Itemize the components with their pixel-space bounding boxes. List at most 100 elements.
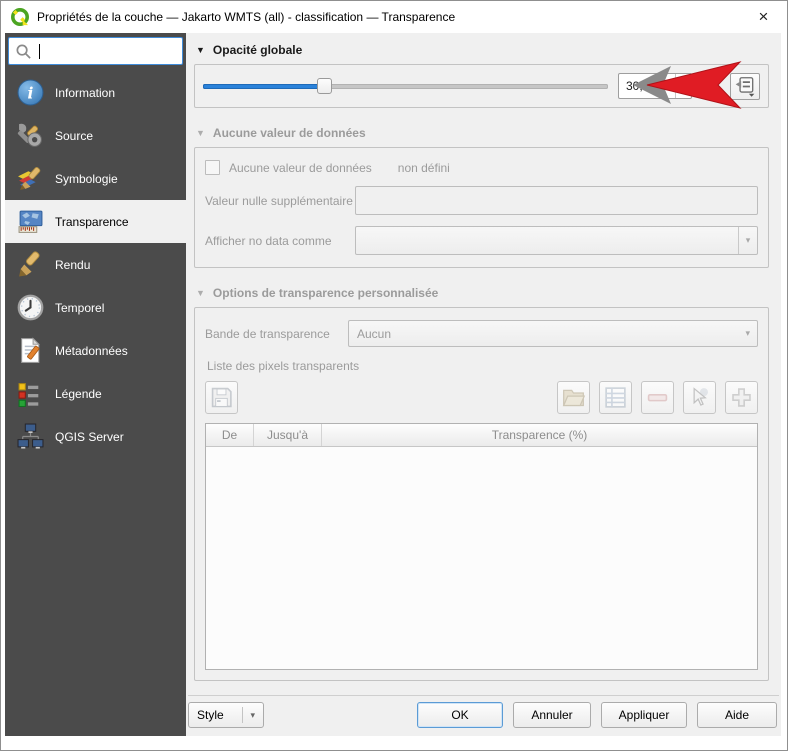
style-button-label: Style (197, 708, 224, 722)
table-header-jusqua[interactable]: Jusqu'à (254, 424, 322, 446)
save-pixel-list-button[interactable] (205, 381, 238, 414)
section-title: Opacité globale (212, 43, 303, 57)
section-header-global-opacity[interactable]: ▼ Opacité globale (196, 43, 769, 57)
table-header-de[interactable]: De (206, 424, 254, 446)
transparency-icon (16, 208, 44, 236)
apply-button[interactable]: Appliquer (601, 702, 687, 728)
cursor-pick-icon (693, 387, 708, 406)
table-icon (605, 387, 626, 408)
window-title: Propriétés de la couche — Jakarto WMTS (… (37, 10, 456, 24)
display-no-data-row: Afficher no data comme ▾ (205, 226, 758, 255)
title-bar: Propriétés de la couche — Jakarto WMTS (… (1, 1, 787, 33)
chevron-down-icon: ▾ (738, 227, 757, 254)
collapse-triangle-icon: ▼ (196, 127, 205, 138)
sidebar-item-label: Rendu (55, 257, 91, 272)
information-icon: i (16, 79, 44, 107)
sidebar-item-metadata[interactable]: Métadonnées (5, 329, 186, 372)
remove-row-button[interactable] (641, 381, 674, 414)
display-no-data-combo[interactable]: ▾ (355, 226, 758, 255)
pixel-list-toolbar (205, 381, 758, 414)
sidebar-item-transparency[interactable]: Transparence (5, 200, 186, 243)
close-button[interactable]: × (741, 2, 786, 32)
chevron-down-icon: ▾ (745, 328, 750, 338)
opacity-slider-handle[interactable] (316, 78, 332, 94)
section-title: Options de transparence personnalisée (212, 286, 439, 300)
sidebar-item-source[interactable]: Source (5, 114, 186, 157)
no-data-checkbox-row: Aucune valeur de données non défini (205, 160, 758, 175)
save-icon (211, 387, 232, 408)
qgis-server-icon (16, 423, 44, 451)
scroll-area: ▼ Opacité globale 30,0% ▲ ▼ ▼ Aucune val… (186, 33, 781, 695)
combo-value: Aucun (357, 326, 392, 341)
section-header-no-data[interactable]: ▼ Aucune valeur de données (196, 126, 769, 140)
sidebar-item-label: Métadonnées (55, 343, 128, 358)
render-icon (16, 251, 44, 279)
sidebar-item-legend[interactable]: Légende (5, 372, 186, 415)
sidebar-item-rendering[interactable]: Rendu (5, 243, 186, 286)
no-data-checkbox-label: Aucune valeur de données (229, 160, 372, 175)
temporal-icon (16, 294, 44, 322)
global-opacity-group: 30,0% ▲ ▼ (194, 64, 769, 108)
sidebar-item-label: QGIS Server (55, 429, 124, 444)
import-from-file-button[interactable] (557, 381, 590, 414)
minus-icon (647, 394, 668, 402)
opacity-spinbox[interactable]: 30,0% ▲ ▼ (618, 73, 692, 99)
data-defined-icon (735, 77, 755, 97)
legend-icon (16, 380, 44, 408)
transparent-pixels-table[interactable]: De Jusqu'à Transparence (%) (205, 423, 758, 670)
svg-text:i: i (27, 84, 33, 103)
table-header-row: De Jusqu'à Transparence (%) (206, 424, 757, 447)
layer-properties-dialog: Propriétés de la couche — Jakarto WMTS (… (0, 0, 788, 751)
pick-value-from-map-button[interactable] (683, 381, 716, 414)
sidebar: i Information Source Symbologie Transpar… (5, 33, 186, 736)
sidebar-item-symbology[interactable]: Symbologie (5, 157, 186, 200)
folder-icon (562, 389, 586, 407)
opacity-value: 30,0% (626, 79, 661, 93)
no-data-hint: non défini (397, 160, 450, 175)
export-to-table-button[interactable] (599, 381, 632, 414)
footer-button-bar: Style ▾ OK Annuler Appliquer Aide (186, 696, 781, 736)
display-no-data-label: Afficher no data comme (205, 233, 332, 248)
source-icon (16, 122, 44, 150)
opacity-slider[interactable] (203, 78, 608, 94)
spin-down-icon: ▼ (680, 86, 687, 92)
table-body-empty (206, 447, 757, 669)
transparency-band-combo[interactable]: Aucun ▾ (348, 320, 758, 347)
sidebar-item-label: Source (55, 128, 94, 143)
cancel-button[interactable]: Annuler (513, 702, 591, 728)
no-data-group: Aucune valeur de données non défini Vale… (194, 147, 769, 268)
symbology-icon (16, 165, 44, 193)
metadata-icon (16, 337, 44, 365)
add-row-button[interactable] (725, 381, 758, 414)
collapse-triangle-icon: ▼ (196, 287, 205, 298)
spinbox-arrows[interactable]: ▲ ▼ (675, 74, 691, 98)
transparency-band-row: Bande de transparence Aucun ▾ (205, 320, 758, 347)
chevron-down-icon: ▾ (242, 707, 255, 723)
dialog-body: i Information Source Symbologie Transpar… (1, 33, 787, 744)
transparency-band-label: Bande de transparence (205, 326, 330, 341)
style-menu-button[interactable]: Style ▾ (188, 702, 264, 728)
text-caret (39, 43, 40, 59)
additional-null-input[interactable] (355, 186, 758, 215)
section-title: Aucune valeur de données (212, 126, 366, 140)
section-header-custom-transparency[interactable]: ▼ Options de transparence personnalisée (196, 286, 769, 300)
content-panel: ▼ Opacité globale 30,0% ▲ ▼ ▼ Aucune val… (186, 33, 781, 736)
pixel-list-label: Liste des pixels transparents (207, 359, 360, 373)
sidebar-item-qgis-server[interactable]: QGIS Server (5, 415, 186, 458)
help-button[interactable]: Aide (697, 702, 777, 728)
additional-null-label: Valeur nulle supplémentaire (205, 193, 353, 208)
opacity-slider-fill (203, 84, 325, 89)
sidebar-item-label: Information (55, 85, 116, 100)
sidebar-item-information[interactable]: i Information (5, 71, 186, 114)
custom-transparency-group: Bande de transparence Aucun ▾ Liste des … (194, 307, 769, 681)
collapse-triangle-icon: ▼ (196, 44, 205, 55)
table-header-transparence[interactable]: Transparence (%) (322, 424, 757, 446)
sidebar-item-label: Transparence (55, 214, 129, 229)
search-icon (16, 44, 31, 59)
sidebar-item-label: Légende (55, 386, 102, 401)
sidebar-item-temporal[interactable]: Temporel (5, 286, 186, 329)
no-data-checkbox[interactable] (205, 160, 220, 175)
ok-button[interactable]: OK (417, 702, 503, 728)
data-defined-override-button[interactable] (730, 72, 760, 100)
sidebar-search-input[interactable] (8, 37, 183, 65)
